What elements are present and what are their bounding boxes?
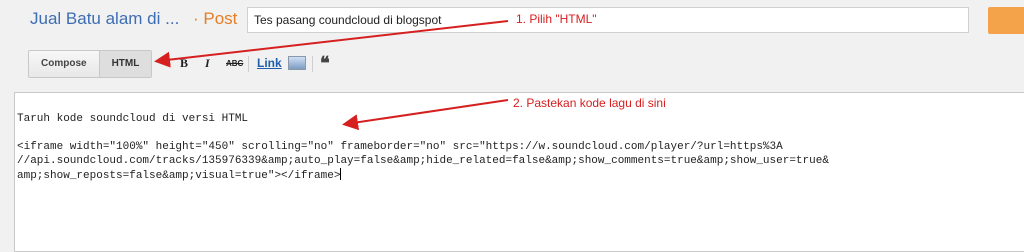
compose-button[interactable]: Compose xyxy=(29,51,99,77)
post-label: · Post xyxy=(193,9,238,28)
html-button[interactable]: HTML xyxy=(98,51,152,77)
editor-line: <iframe width="100%" height="450" scroll… xyxy=(17,141,783,153)
editor-line-text: amp;show_reposts=false&amp;visual=true">… xyxy=(17,170,341,182)
image-icon[interactable] xyxy=(288,56,306,70)
toolbar-divider xyxy=(248,56,249,72)
editor-line-text: Taruh kode soundcloud di versi HTML xyxy=(17,113,249,125)
editor-line: //api.soundcloud.com/tracks/135976339&am… xyxy=(17,155,829,167)
annotation-step-2: 2. Pastekan kode lagu di sini xyxy=(513,96,666,110)
link-button[interactable]: Link xyxy=(257,56,282,70)
text-caret xyxy=(340,168,342,180)
italic-icon[interactable]: I xyxy=(205,56,210,71)
post-title-input[interactable]: Tes pasang coundcloud di blogspot xyxy=(247,7,969,33)
toolbar-divider xyxy=(312,56,313,72)
strikethrough-button[interactable]: ABC xyxy=(226,59,243,68)
bold-icon[interactable]: B xyxy=(180,56,188,71)
publish-button[interactable] xyxy=(988,7,1024,34)
blog-title-link[interactable]: Jual Batu alam di ... xyxy=(30,9,179,29)
mode-switch: Compose HTML xyxy=(28,50,153,78)
top-bar: Jual Batu alam di ... · Post Tes pasang … xyxy=(0,0,1024,44)
editor-line: Taruh kode soundcloud di versi HTML xyxy=(17,112,1024,126)
editor-line: amp;show_reposts=false&amp;visual=true">… xyxy=(17,168,1024,182)
annotation-step-1: 1. Pilih "HTML" xyxy=(516,12,597,26)
html-editor-textarea[interactable]: Taruh kode soundcloud di versi HTML <ifra… xyxy=(14,92,1024,252)
quote-icon[interactable]: ❝ xyxy=(320,53,330,74)
editor-toolbar: Compose HTML B I ABC Link ❝ xyxy=(0,44,1024,88)
